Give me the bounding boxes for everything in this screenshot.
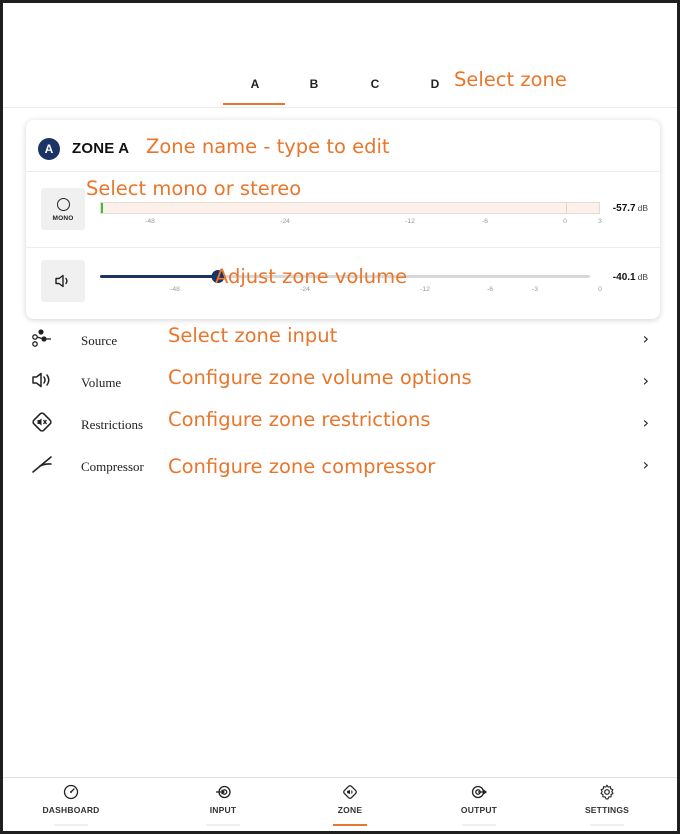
zone-icon: [343, 785, 357, 799]
nav-indicator: [462, 824, 496, 826]
meter-scale: -48 -24 -12 -6 0 3: [100, 218, 602, 228]
nav-label-input: INPUT: [209, 805, 237, 815]
nav-label-zone: ZONE: [337, 805, 363, 815]
mono-label: MONO: [52, 215, 74, 222]
speaker-icon: [29, 369, 55, 391]
volume-db-readout: -40.1 dB: [613, 272, 648, 283]
tab-zone-c[interactable]: C: [345, 77, 405, 91]
meter-tick: -12: [405, 218, 415, 225]
annotation-select-zone: Select zone: [454, 68, 567, 91]
speaker-icon: [55, 274, 68, 288]
menu-label-restrictions: Restrictions: [81, 417, 144, 432]
source-icon: [29, 327, 55, 349]
volume-tick: -3: [531, 286, 539, 293]
volume-slider-fill: [100, 275, 218, 278]
menu-label-volume: Volume: [81, 375, 122, 390]
annotation-mono-stereo: Select mono or stereo: [86, 177, 302, 200]
nav-indicator: [333, 824, 367, 826]
chevron-right-icon: ›: [642, 455, 649, 474]
chevron-right-icon: ›: [642, 413, 649, 432]
menu-label-compressor: Compressor: [81, 459, 144, 474]
meter-db-readout: -57.7 dB: [613, 203, 648, 214]
app-frame: A B C D Select zone A ZONE A MONO -48 -2…: [0, 0, 680, 834]
nav-input[interactable]: INPUT: [163, 784, 283, 828]
volume-tick: -12: [420, 286, 430, 293]
gauge-icon: [63, 784, 79, 800]
zone-badge: A: [38, 138, 60, 160]
level-meter: [100, 202, 600, 214]
nav-settings[interactable]: SETTINGS: [547, 784, 667, 828]
tab-zone-a[interactable]: A: [225, 77, 285, 91]
tabs-divider: [3, 107, 677, 108]
nav-zone[interactable]: ZONE: [290, 784, 410, 828]
meter-tick: -48: [145, 218, 155, 225]
volume-tick: 0: [598, 286, 602, 293]
meter-db-value: -57.7: [612, 203, 636, 214]
mute-button[interactable]: [41, 260, 85, 302]
meter-tick: 3: [598, 218, 602, 225]
compressor-icon: [29, 453, 55, 475]
meter-tick: -24: [280, 218, 290, 225]
nav-label-output: OUTPUT: [460, 805, 498, 815]
meter-tick: 0: [563, 218, 567, 225]
volume-db-value: -40.1: [612, 272, 636, 283]
zone-name-field[interactable]: ZONE A: [72, 140, 129, 157]
nav-label-dashboard: DASHBOARD: [42, 805, 100, 815]
meter-zero-mark: [566, 202, 567, 214]
mono-stereo-button[interactable]: MONO: [41, 188, 85, 230]
annotation-zone-name: Zone name - type to edit: [146, 135, 390, 158]
annotation-volume-options: Configure zone volume options: [168, 366, 472, 389]
gear-icon: [600, 784, 614, 800]
chevron-right-icon: ›: [642, 371, 649, 390]
meter-db-unit: dB: [637, 203, 648, 213]
nav-indicator: [590, 824, 624, 826]
output-icon: [471, 785, 487, 799]
tab-zone-b[interactable]: B: [284, 77, 344, 91]
bottom-nav: DASHBOARD INPUT ZONE OUTPUT SETTINGS: [3, 777, 677, 831]
meter-signal-fill: [101, 203, 103, 213]
nav-dashboard[interactable]: DASHBOARD: [11, 784, 131, 828]
volume-db-unit: dB: [637, 272, 648, 282]
annotation-adjust-volume: Adjust zone volume: [215, 265, 408, 288]
nav-indicator: [54, 824, 88, 826]
active-tab-indicator: [223, 103, 285, 105]
nav-indicator: [206, 824, 240, 826]
volume-tick: -48: [170, 286, 180, 293]
volume-tick: -6: [486, 286, 494, 293]
nav-label-settings: SETTINGS: [584, 805, 630, 815]
zone-tabs: A B C D: [3, 77, 677, 105]
annotation-select-input: Select zone input: [168, 324, 338, 347]
mono-circle-icon: [56, 198, 70, 211]
chevron-right-icon: ›: [642, 329, 649, 348]
input-icon: [216, 785, 231, 799]
menu-label-source: Source: [81, 333, 118, 348]
annotation-restrictions: Configure zone restrictions: [168, 408, 431, 431]
annotation-compressor: Configure zone compressor: [168, 455, 436, 478]
restrictions-icon: [29, 411, 55, 433]
meter-tick: -6: [481, 218, 489, 225]
menu-item-source[interactable]: Source ›: [3, 325, 677, 355]
nav-output[interactable]: OUTPUT: [419, 784, 539, 828]
